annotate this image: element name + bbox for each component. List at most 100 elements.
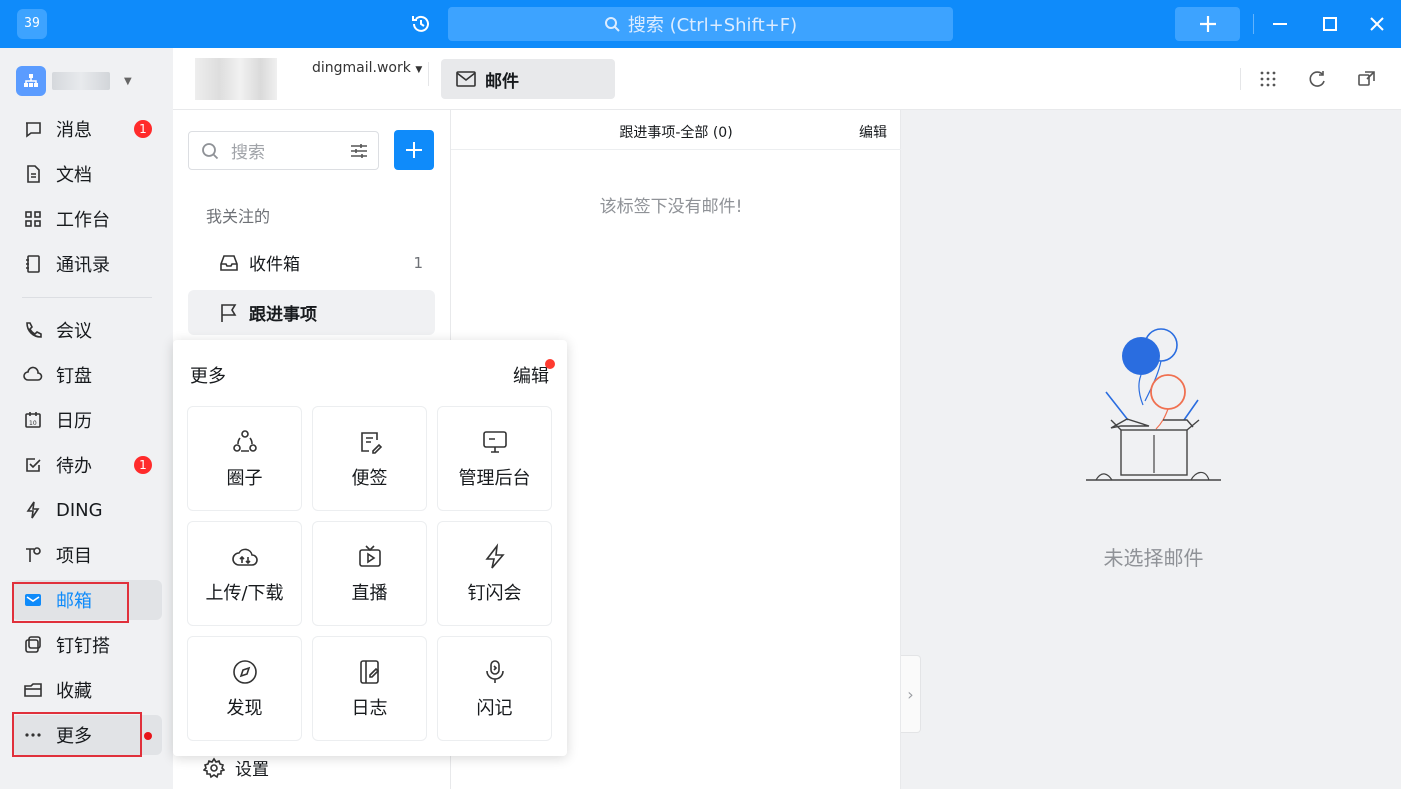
nav-label: 会议	[56, 321, 92, 342]
nav-favorites[interactable]: 收藏	[12, 670, 162, 710]
gear-icon	[203, 757, 225, 778]
folder-follow-up[interactable]: 跟进事项	[188, 290, 435, 335]
empty-box-balloons-illustration	[1081, 310, 1231, 504]
nav-contacts[interactable]: 通讯录	[12, 244, 162, 284]
svg-text:10: 10	[29, 420, 37, 427]
mail-topbar: dingmail.work ▼ 邮件	[173, 48, 1401, 110]
nav-label: 消息	[56, 120, 92, 141]
tile-circle[interactable]: 圈子	[187, 406, 302, 511]
switch-window-icon	[1358, 71, 1375, 86]
note-icon	[356, 428, 384, 456]
live-tv-icon	[356, 543, 384, 571]
history-icon[interactable]	[410, 13, 432, 35]
global-search-placeholder: 搜索 (Ctrl+Shift+F)	[627, 15, 798, 36]
chevron-down-icon: ▼	[415, 65, 423, 75]
tile-flash-meeting[interactable]: 钉闪会	[437, 521, 552, 626]
minimize-button[interactable]	[1270, 14, 1290, 34]
folder-label: 收件箱	[249, 255, 300, 275]
phone-icon	[22, 319, 44, 341]
nav-label: 工作台	[56, 210, 110, 231]
refresh-button[interactable]	[1306, 68, 1328, 90]
mail-detail-pane: 未选择邮件 ›	[901, 110, 1401, 789]
more-popup-edit-button[interactable]: 编辑	[513, 362, 549, 388]
empty-list-message: 该标签下没有邮件!	[599, 197, 743, 217]
settings-button[interactable]: 设置	[203, 755, 269, 780]
cloud-transfer-icon	[231, 543, 259, 571]
tile-transfer[interactable]: 上传/下载	[187, 521, 302, 626]
topbar-divider	[428, 62, 429, 86]
flag-icon	[218, 302, 240, 324]
nav-label: 项目	[56, 546, 92, 567]
nav-docs[interactable]: 文档	[12, 154, 162, 194]
folder-section-heading: 我关注的	[206, 207, 271, 226]
chevron-right-icon: ›	[907, 684, 914, 704]
tile-flash-notes[interactable]: 闪记	[437, 636, 552, 741]
global-search-input[interactable]: 搜索 (Ctrl+Shift+F)	[448, 7, 953, 41]
plus-icon	[1199, 16, 1216, 32]
app-badge[interactable]: 39	[17, 9, 47, 39]
tile-label: 发现	[226, 697, 263, 719]
nav-divider	[22, 297, 152, 298]
nav-label: 钉钉搭	[56, 636, 110, 657]
mic-note-icon	[481, 658, 509, 686]
account-domain-dropdown[interactable]: dingmail.work ▼	[312, 60, 422, 76]
filter-sliders-icon[interactable]	[350, 142, 368, 160]
switch-window-button[interactable]	[1356, 68, 1378, 90]
account-avatar-blurred[interactable]	[195, 58, 277, 100]
contacts-icon	[22, 253, 44, 275]
compose-button[interactable]	[394, 130, 434, 170]
nav-label: 收藏	[56, 681, 92, 702]
mail-list-edit-button[interactable]: 编辑	[859, 122, 887, 142]
maximize-button[interactable]	[1320, 14, 1340, 34]
minimize-icon	[1273, 23, 1287, 25]
nav-workbench[interactable]: 工作台	[12, 199, 162, 239]
lightning-icon	[481, 542, 509, 571]
tile-discover[interactable]: 发现	[187, 636, 302, 741]
nav-label: 待办	[56, 456, 92, 477]
tile-sticky-note[interactable]: 便签	[312, 406, 427, 511]
refresh-icon	[1309, 71, 1325, 87]
folder-search-input[interactable]: 搜索	[188, 131, 379, 170]
tile-live[interactable]: 直播	[312, 521, 427, 626]
nav-calendar[interactable]: 10 日历	[12, 400, 162, 440]
tile-admin-console[interactable]: 管理后台	[437, 406, 552, 511]
tile-label: 钉闪会	[467, 582, 522, 604]
no-selection-message: 未选择邮件	[1103, 546, 1204, 570]
tile-label: 便签	[351, 467, 388, 489]
tile-journal[interactable]: 日志	[312, 636, 427, 741]
highlight-box-mailbox	[12, 582, 129, 623]
org-switcher[interactable]: ▼	[16, 66, 132, 96]
left-navigation: ▼ 消息 1 文档 工作台 通讯录 会议 钉盘 10 日历 待办 1 DING	[0, 48, 173, 789]
tile-label: 直播	[351, 582, 388, 604]
nav-messages[interactable]: 消息 1	[12, 109, 162, 149]
tile-label: 圈子	[226, 467, 263, 489]
tab-mail[interactable]: 邮件	[441, 59, 615, 99]
nav-dingda[interactable]: 钉钉搭	[12, 625, 162, 665]
expand-panel-button[interactable]: ›	[901, 655, 921, 733]
titlebar-divider	[1253, 14, 1254, 34]
account-domain: dingmail.work	[312, 60, 411, 76]
topbar-divider	[1240, 68, 1241, 90]
add-button[interactable]	[1175, 7, 1240, 41]
nav-project[interactable]: 项目	[12, 535, 162, 575]
folder-search-placeholder: 搜索	[231, 143, 265, 163]
org-name-blurred	[52, 72, 110, 90]
folder-icon	[22, 679, 44, 701]
document-icon	[22, 163, 44, 185]
folder-label: 跟进事项	[249, 305, 317, 325]
nav-meeting[interactable]: 会议	[12, 310, 162, 350]
folder-inbox[interactable]: 收件箱 1	[188, 240, 435, 285]
close-button[interactable]	[1367, 14, 1387, 34]
nav-label: 日历	[56, 411, 92, 432]
nav-todo[interactable]: 待办 1	[12, 445, 162, 485]
nav-drive[interactable]: 钉盘	[12, 355, 162, 395]
more-notification-dot	[144, 732, 152, 740]
grid-icon	[22, 208, 44, 230]
circle-group-icon	[231, 428, 259, 456]
close-icon	[1370, 17, 1384, 31]
nav-ding[interactable]: DING	[12, 490, 162, 530]
tile-label: 日志	[351, 697, 388, 719]
tile-label: 闪记	[476, 697, 513, 719]
calendar-icon: 10	[22, 409, 44, 431]
apps-grid-button[interactable]	[1257, 68, 1279, 90]
